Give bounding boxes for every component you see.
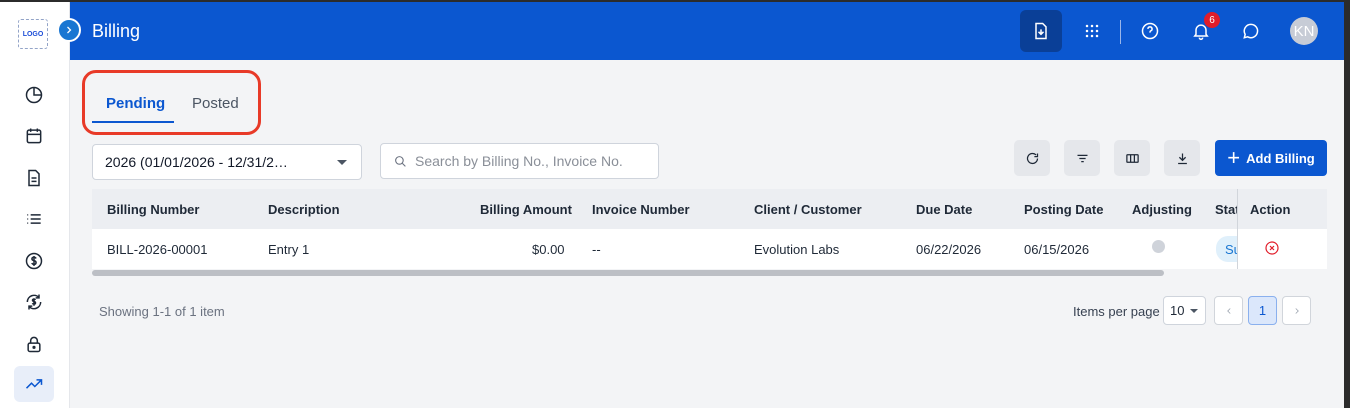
dashboard-pie-icon[interactable] xyxy=(14,77,54,113)
next-page-button[interactable] xyxy=(1282,296,1311,325)
apps-grid-icon[interactable] xyxy=(1071,10,1113,52)
search-input[interactable] xyxy=(415,152,653,170)
col-billing-number[interactable]: Billing Number xyxy=(107,202,199,217)
col-action: Action xyxy=(1250,202,1291,217)
trending-up-icon[interactable] xyxy=(14,366,54,402)
window-frame-right xyxy=(1344,0,1350,408)
plus-icon: + xyxy=(1227,145,1241,170)
chevron-left-icon xyxy=(1226,307,1231,314)
document-icon[interactable] xyxy=(14,160,54,196)
search-box xyxy=(380,143,659,179)
col-invoice-number[interactable]: Invoice Number xyxy=(592,202,690,217)
dollar-circle-icon[interactable] xyxy=(14,243,54,279)
cell-invoice-number: -- xyxy=(592,242,601,257)
cancel-icon[interactable] xyxy=(1264,240,1280,256)
table-header: Billing Number Description Billing Amoun… xyxy=(92,189,1327,229)
list-icon[interactable] xyxy=(14,201,54,237)
filter-icon xyxy=(1077,154,1087,162)
download-document-icon[interactable] xyxy=(1020,10,1062,52)
filter-button[interactable] xyxy=(1064,140,1100,176)
items-per-page-value: 10 xyxy=(1170,303,1185,318)
avatar[interactable]: KN xyxy=(1290,17,1318,45)
top-header: Billing 6 KN xyxy=(70,2,1344,60)
refresh-button[interactable] xyxy=(1014,140,1050,176)
add-billing-label: Add Billing xyxy=(1246,150,1315,166)
col-description[interactable]: Description xyxy=(268,202,340,217)
page-title: Billing xyxy=(92,21,141,41)
action-column: Action xyxy=(1237,189,1327,269)
tabs-highlight-annotation xyxy=(82,70,261,135)
help-icon[interactable] xyxy=(1129,10,1171,52)
cell-due-date: 06/22/2026 xyxy=(916,242,982,257)
refresh-icon xyxy=(1026,152,1038,164)
cell-billing-amount: $0.00 xyxy=(532,242,565,257)
col-status[interactable]: Stat xyxy=(1215,202,1240,217)
items-per-page-select[interactable]: 10 xyxy=(1163,296,1206,325)
cell-client: Evolution Labs xyxy=(754,242,840,257)
header-divider xyxy=(1120,20,1121,44)
page-1-button[interactable]: 1 xyxy=(1248,296,1277,325)
search-icon xyxy=(395,156,406,167)
prev-page-button[interactable] xyxy=(1214,296,1243,325)
cell-description: Entry 1 xyxy=(268,242,310,257)
sidebar-expand-button[interactable] xyxy=(57,18,81,42)
chevron-right-icon xyxy=(67,26,72,34)
col-adjusting[interactable]: Adjusting xyxy=(1132,202,1192,217)
cell-billing-number: BILL-2026-00001 xyxy=(107,242,208,257)
chevron-down-icon xyxy=(1190,309,1198,313)
download-icon xyxy=(1177,153,1187,164)
horizontal-scrollbar[interactable] xyxy=(92,270,1164,276)
adjusting-indicator xyxy=(1152,240,1165,253)
year-range-select[interactable]: 2026 (01/01/2026 - 12/31/2… xyxy=(92,144,362,180)
columns-button[interactable] xyxy=(1114,140,1150,176)
pagination-summary: Showing 1-1 of 1 item xyxy=(99,304,225,319)
calendar-icon[interactable] xyxy=(14,118,54,154)
download-button[interactable] xyxy=(1164,140,1200,176)
notification-badge: 6 xyxy=(1204,12,1220,28)
chevron-down-icon xyxy=(337,160,347,165)
lock-icon[interactable] xyxy=(14,326,54,362)
logo: LOGO xyxy=(18,19,48,49)
dollar-sync-icon[interactable] xyxy=(14,284,54,320)
sidebar: LOGO xyxy=(0,2,70,408)
year-range-value: 2026 (01/01/2026 - 12/31/2… xyxy=(105,154,288,170)
cell-posting-date: 06/15/2026 xyxy=(1024,242,1090,257)
billing-table: Billing Number Description Billing Amoun… xyxy=(92,189,1327,269)
items-per-page-label: Items per page xyxy=(1073,304,1160,319)
col-billing-amount[interactable]: Billing Amount xyxy=(480,202,572,217)
col-client-customer[interactable]: Client / Customer xyxy=(754,202,862,217)
columns-icon xyxy=(1125,153,1139,163)
add-billing-button[interactable]: + Add Billing xyxy=(1215,140,1327,176)
col-posting-date[interactable]: Posting Date xyxy=(1024,202,1103,217)
chat-icon[interactable] xyxy=(1230,10,1272,52)
chevron-right-icon xyxy=(1294,307,1299,314)
bell-icon[interactable]: 6 xyxy=(1180,10,1222,52)
col-due-date[interactable]: Due Date xyxy=(916,202,972,217)
action-column-header: Action xyxy=(1238,189,1327,229)
